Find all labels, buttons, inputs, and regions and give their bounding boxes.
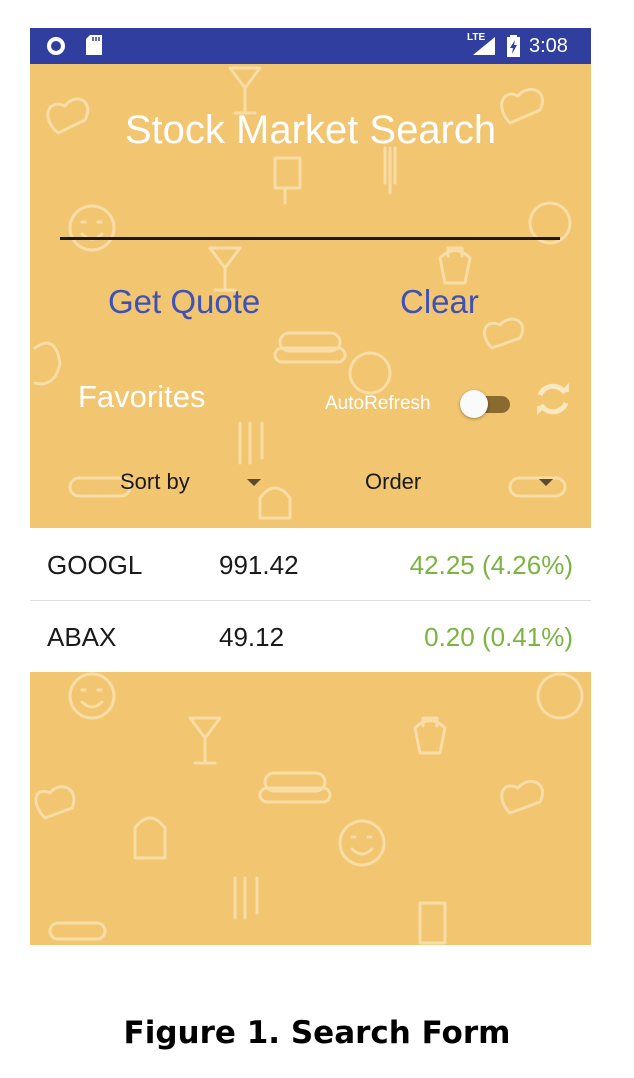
stock-change: 42.25 (4.26%) — [409, 550, 573, 580]
signal-icon — [473, 37, 495, 55]
clear-button[interactable]: Clear — [400, 280, 479, 324]
sort-by-dropdown[interactable]: Sort by — [120, 468, 190, 496]
figure-caption: Figure 1. Search Form — [123, 1015, 511, 1051]
stock-price: 49.12 — [219, 622, 285, 652]
status-bar: LTE 3:08 — [30, 28, 591, 64]
refresh-icon[interactable] — [533, 379, 573, 419]
phone-screen: LTE 3:08 Stock Market Search Get Quote C… — [30, 28, 591, 945]
order-dropdown[interactable]: Order — [365, 468, 421, 496]
favorites-list: GOOGL 991.42 42.25 (4.26%) ABAX 49.12 0.… — [30, 528, 591, 672]
battery-charging-icon — [507, 35, 520, 57]
page-title: Stock Market Search — [124, 108, 497, 152]
chevron-down-icon[interactable] — [539, 479, 553, 486]
list-item[interactable]: GOOGL 991.42 42.25 (4.26%) — [30, 528, 591, 601]
record-icon — [47, 37, 65, 55]
stock-symbol: ABAX — [47, 622, 117, 652]
status-time: 3:08 — [529, 35, 568, 57]
sd-card-icon — [86, 35, 102, 55]
stock-price: 991.42 — [219, 550, 299, 580]
autorefresh-label: AutoRefresh — [325, 393, 431, 414]
stock-symbol: GOOGL — [47, 550, 143, 580]
background-pattern — [33, 66, 584, 945]
stock-change: 0.20 (0.41%) — [424, 622, 573, 652]
favorites-heading: Favorites — [78, 379, 206, 414]
get-quote-button[interactable]: Get Quote — [108, 280, 260, 324]
autorefresh-toggle[interactable] — [460, 390, 512, 418]
chevron-down-icon[interactable] — [247, 479, 261, 486]
search-input[interactable] — [60, 237, 560, 240]
list-item[interactable]: ABAX 49.12 0.20 (0.41%) — [30, 600, 591, 672]
toggle-thumb — [460, 390, 488, 418]
